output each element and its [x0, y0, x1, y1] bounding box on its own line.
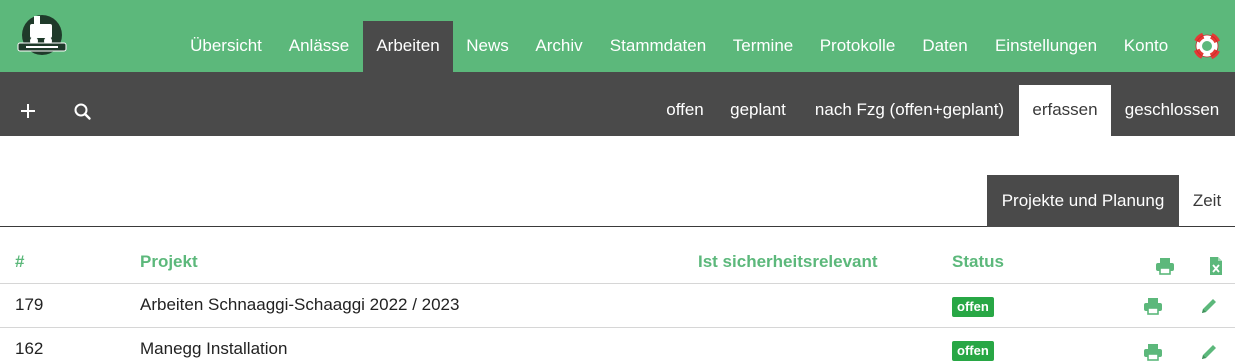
table-row[interactable]: 179 Arbeiten Schnaaggi-Schaaggi 2022 / 2…: [0, 284, 1235, 328]
row-project[interactable]: Manegg Installation: [140, 339, 287, 359]
nav-item-stammdaten[interactable]: Stammdaten: [596, 21, 720, 72]
nav-item-arbeiten[interactable]: Arbeiten: [363, 21, 453, 72]
column-header-safety[interactable]: Ist sicherheitsrelevant: [698, 252, 878, 272]
nav-item-uebersicht[interactable]: Übersicht: [177, 21, 275, 72]
search-icon: [74, 103, 91, 120]
tab-zeit[interactable]: Zeit: [1179, 175, 1235, 227]
column-header-status[interactable]: Status: [952, 252, 1004, 272]
sub-navigation: offen geplant nach Fzg (offen+geplant) e…: [0, 72, 1235, 136]
status-badge: offen: [952, 297, 994, 317]
row-id: 162: [15, 339, 44, 358]
tab-geplant[interactable]: geplant: [716, 85, 800, 136]
tab-geschlossen[interactable]: geschlossen: [1111, 85, 1233, 136]
section-tabs: Projekte und Planung Zeit: [0, 175, 1235, 227]
add-button[interactable]: [0, 72, 56, 136]
printer-icon[interactable]: [1155, 256, 1175, 276]
pencil-icon[interactable]: [1199, 342, 1219, 362]
search-button[interactable]: [55, 72, 111, 136]
column-header-project[interactable]: Projekt: [140, 252, 198, 272]
nav-item-daten[interactable]: Daten: [909, 21, 981, 72]
table-header: # Projekt Ist sicherheitsrelevant Status: [0, 227, 1235, 284]
row-id: 179: [15, 295, 44, 314]
nav-item-news[interactable]: News: [453, 21, 522, 72]
nav-item-protokolle[interactable]: Protokolle: [806, 21, 909, 72]
pencil-icon[interactable]: [1199, 296, 1219, 316]
column-header-id[interactable]: #: [15, 252, 24, 272]
printer-icon[interactable]: [1143, 342, 1163, 362]
excel-file-icon[interactable]: [1206, 256, 1226, 276]
printer-icon[interactable]: [1143, 296, 1163, 316]
row-project[interactable]: Arbeiten Schnaaggi-Schaaggi 2022 / 2023: [140, 295, 459, 315]
top-navigation: Übersicht Anlässe Arbeiten News Archiv S…: [0, 0, 1235, 72]
status-badge: offen: [952, 341, 994, 361]
lifebuoy-icon[interactable]: [1193, 32, 1221, 60]
nav-item-konto[interactable]: Konto: [1111, 21, 1181, 72]
main-menu: Übersicht Anlässe Arbeiten News Archiv S…: [0, 21, 1235, 72]
tab-nach-fzg[interactable]: nach Fzg (offen+geplant): [800, 85, 1019, 136]
tab-erfassen[interactable]: erfassen: [1019, 85, 1111, 136]
nav-item-einstellungen[interactable]: Einstellungen: [981, 21, 1111, 72]
nav-item-anlaesse[interactable]: Anlässe: [275, 21, 363, 72]
nav-item-archiv[interactable]: Archiv: [522, 21, 596, 72]
tab-projekte-und-planung[interactable]: Projekte und Planung: [987, 175, 1179, 227]
nav-item-termine[interactable]: Termine: [720, 21, 806, 72]
tab-offen[interactable]: offen: [654, 85, 716, 136]
plus-icon: [21, 104, 35, 118]
table-row[interactable]: 162 Manegg Installation offen: [0, 328, 1235, 364]
